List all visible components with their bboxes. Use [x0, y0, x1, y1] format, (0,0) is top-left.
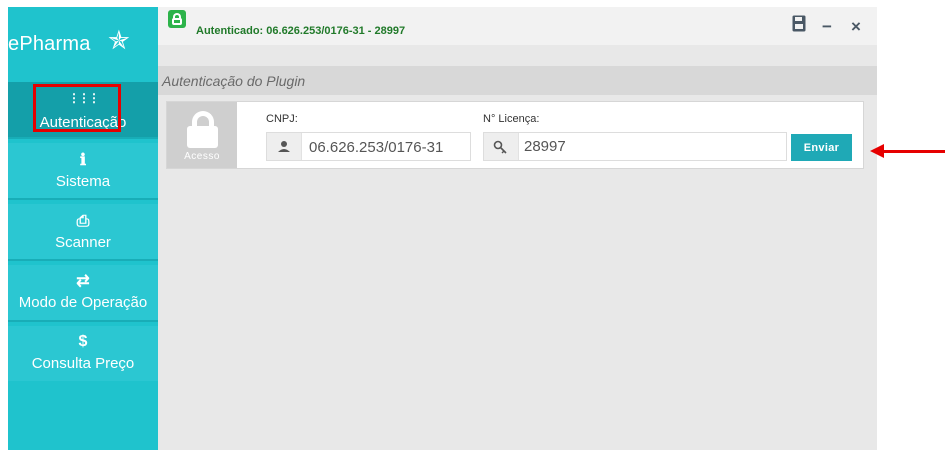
key-icon: [484, 133, 519, 160]
section-header: Autenticação do Plugin: [158, 66, 877, 95]
lock-open-icon: [168, 10, 186, 28]
lock-panel: Acesso: [167, 102, 237, 168]
star-icon: ✯: [108, 25, 130, 55]
auth-status: Autenticado: 06.626.253/0176-31 - 28997: [196, 25, 406, 37]
lock-icon-body: [187, 126, 218, 148]
sidebar-item-sistema[interactable]: ℹ Sistema: [8, 143, 158, 200]
dollar-icon: $: [78, 333, 88, 350]
sidebar: ePharma ✯ ⋮⋮⋮ Autenticação ℹ Sistema ⎙ S…: [8, 7, 158, 450]
page-title: Autenticação do Plugin: [162, 73, 306, 89]
sidebar-item-label: Sistema: [55, 173, 111, 190]
annotation-arrow-head: [870, 144, 884, 158]
brand-name: ePharma: [8, 33, 91, 55]
cnpj-label: CNPJ:: [266, 113, 298, 125]
brand-logo: ePharma ✯: [8, 7, 158, 80]
license-label: N° Licença:: [483, 113, 540, 125]
sidebar-item-modo-operacao[interactable]: ⇄ Modo de Operação: [8, 265, 158, 322]
plugin-window: ePharma ✯ ⋮⋮⋮ Autenticação ℹ Sistema ⎙ S…: [8, 7, 877, 450]
title-bar: Autenticado: 06.626.253/0176-31 - 28997 …: [158, 7, 877, 45]
license-value: 28997: [524, 138, 566, 155]
swap-icon: ⇄: [76, 273, 90, 290]
sidebar-item-consulta-preco[interactable]: $ Consulta Preço: [8, 326, 158, 383]
info-icon: ℹ: [79, 152, 87, 169]
sidebar-item-label: Modo de Operação: [18, 294, 148, 311]
lock-label: Acesso: [184, 151, 220, 162]
save-icon[interactable]: [792, 15, 807, 37]
lock-icon: [192, 111, 214, 127]
send-button[interactable]: Enviar: [791, 134, 852, 161]
cnpj-value: 06.626.253/0176-31: [309, 139, 444, 156]
sidebar-filler: [8, 381, 158, 450]
annotation-arrow: [881, 150, 945, 153]
annotation-highlight: [33, 84, 121, 132]
user-icon: [267, 133, 302, 160]
sidebar-item-label: Consulta Preço: [31, 355, 135, 372]
close-button[interactable]: ×: [851, 17, 861, 37]
sidebar-item-scanner[interactable]: ⎙ Scanner: [8, 204, 158, 261]
license-field[interactable]: 28997: [483, 132, 787, 161]
minimize-button[interactable]: −: [822, 17, 832, 37]
sidebar-item-label: Scanner: [55, 234, 111, 251]
cnpj-field[interactable]: 06.626.253/0176-31: [266, 132, 471, 161]
auth-panel: Acesso CNPJ: 06.626.253/0176-31 N° Licen…: [166, 101, 864, 169]
printer-icon: ⎙: [76, 213, 90, 230]
